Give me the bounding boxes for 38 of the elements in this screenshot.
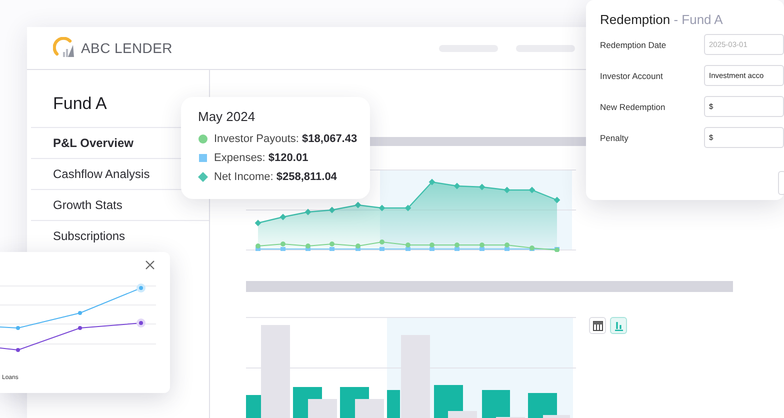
data-point [478, 184, 486, 190]
data-point [554, 196, 560, 204]
data-point [78, 326, 82, 330]
placeholder-bar [516, 44, 576, 52]
data-point [504, 186, 510, 194]
data-point [380, 240, 384, 244]
field-label: Redemption Date [600, 39, 668, 50]
data-point [16, 348, 20, 352]
data-point [528, 186, 536, 194]
data-point [454, 182, 460, 190]
tooltip-title: May 2024 [198, 109, 256, 124]
data-point [280, 214, 286, 220]
dialog-title: Redemption - Fund A [600, 12, 724, 27]
data-point [328, 206, 336, 214]
field-label: Penalty [600, 132, 630, 143]
logo-text: ABC LENDER [81, 40, 172, 56]
legend-text: Expenses: $120.01 [214, 152, 308, 164]
field-label: New Redemption [600, 101, 666, 112]
legend-text: Investor Payouts: $18,067.43 [214, 132, 358, 144]
highlighted-point [136, 284, 146, 292]
data-point [254, 220, 262, 226]
nav-item[interactable]: Subscriptions [31, 220, 209, 251]
highlighted-point [136, 318, 146, 328]
logo-icon [53, 37, 75, 59]
data-point [354, 202, 362, 208]
table-icon [592, 320, 602, 330]
bar-chart-icon [614, 320, 624, 330]
data-point [378, 204, 386, 212]
close-icon[interactable] [145, 260, 155, 270]
legend-text: Net Income: $258,811.04 [214, 170, 337, 182]
data-point [78, 311, 82, 315]
table-view-button[interactable] [589, 317, 606, 334]
data-point [404, 204, 412, 212]
data-point [428, 178, 436, 186]
data-point [380, 247, 384, 251]
data-point [304, 208, 312, 216]
data-point [16, 326, 20, 330]
field-label: Investor Account [600, 70, 664, 81]
